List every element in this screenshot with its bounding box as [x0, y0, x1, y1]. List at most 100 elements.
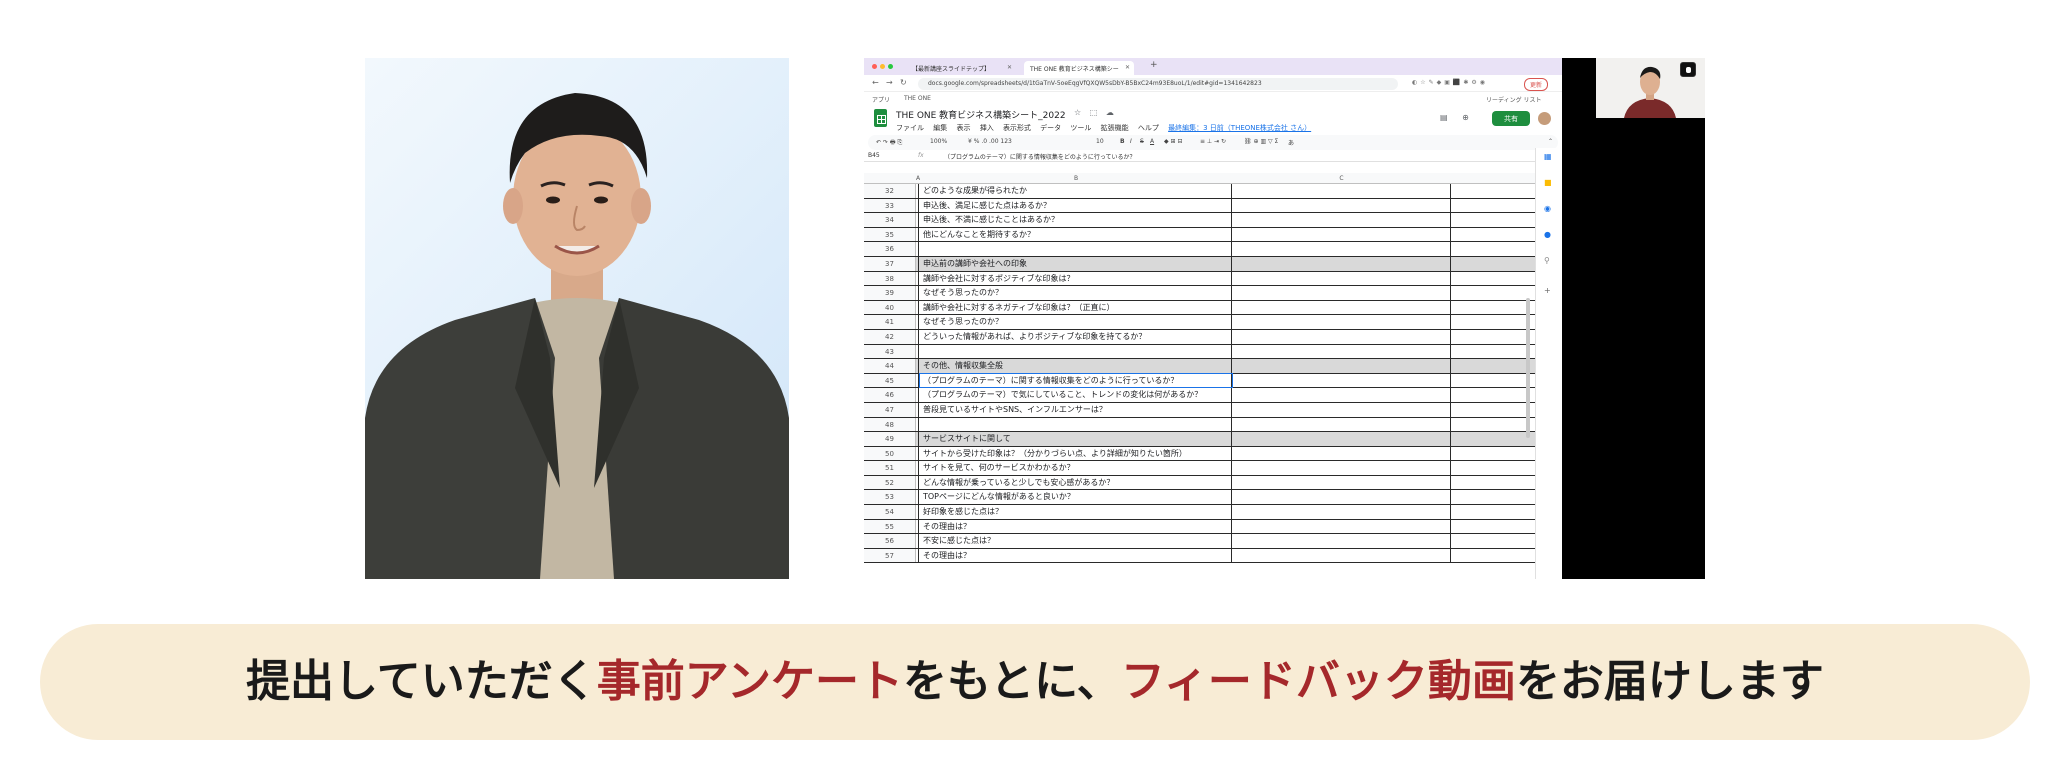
cell-c[interactable] — [1232, 373, 1451, 388]
cell-c[interactable] — [1232, 227, 1451, 242]
row-number[interactable]: 35 — [864, 227, 916, 242]
tasks-icon[interactable]: ◉ — [1544, 204, 1551, 213]
cell-c[interactable] — [1232, 213, 1451, 227]
row-number[interactable]: 32 — [864, 184, 916, 198]
cell-a[interactable] — [916, 388, 919, 402]
maximize-window-icon[interactable] — [888, 64, 893, 69]
row-number[interactable]: 40 — [864, 300, 916, 315]
share-button[interactable]: 共有 — [1492, 111, 1530, 126]
cell-a[interactable] — [916, 227, 919, 242]
address-bar[interactable]: docs.google.com/spreadsheets/d/1tGaTnV-5… — [918, 78, 1398, 90]
keep-icon[interactable]: ■ — [1544, 178, 1552, 187]
row-number[interactable]: 53 — [864, 490, 916, 505]
cell-a[interactable] — [916, 359, 919, 373]
camera-badge-icon[interactable] — [1680, 62, 1696, 77]
row-number[interactable]: 52 — [864, 475, 916, 490]
link-icon[interactable]: ⛓ ⊕ ▥ ▽ Σ — [1244, 138, 1278, 145]
cell-a[interactable] — [916, 505, 919, 519]
update-button[interactable]: 更新 — [1524, 78, 1549, 91]
cell-b[interactable] — [920, 242, 1232, 256]
cell-a[interactable] — [916, 300, 919, 315]
italic-icon[interactable]: I — [1130, 138, 1132, 145]
last-edit-link[interactable]: 最終編集：3 日前（THEONE株式会社 さん） — [1168, 124, 1311, 132]
cell-a[interactable] — [916, 213, 919, 227]
row-number[interactable]: 48 — [864, 417, 916, 432]
cell-b[interactable]: どういった情報があれば、よりポジティブな印象を持てるか？ — [920, 329, 1232, 344]
account-avatar[interactable] — [1538, 112, 1551, 125]
currency-icon[interactable]: ¥ % .0 .00 123 — [968, 138, 1012, 145]
cell-a[interactable] — [916, 184, 919, 198]
bold-icon[interactable]: B — [1120, 138, 1125, 145]
cell-c[interactable] — [1232, 417, 1451, 432]
align-icon[interactable]: ≡ ⊥ ⇥ ↻ — [1200, 138, 1226, 145]
name-box[interactable]: B45 — [868, 152, 908, 159]
cell-b[interactable]: なぜそう思ったのか？ — [920, 315, 1232, 329]
row-number[interactable]: 37 — [864, 256, 916, 271]
sheets-logo-icon[interactable] — [874, 109, 887, 127]
cell-b[interactable]: 申込後、不満に感じたことはあるか？ — [920, 213, 1232, 227]
cell-a[interactable] — [916, 256, 919, 271]
tab-sheet[interactable]: THE ONE 教育ビジネス構築シー ✕ — [1024, 61, 1134, 75]
contacts-icon[interactable]: ● — [1544, 230, 1551, 239]
new-tab-icon[interactable]: + — [1150, 60, 1158, 70]
cell-b[interactable]: 講師や会社に対するネガティブな印象は？（正直に） — [920, 300, 1232, 315]
add-addon-icon[interactable]: + — [1544, 286, 1551, 295]
cell-c[interactable] — [1232, 242, 1451, 256]
cell-b[interactable]: 申込前の講師や会社への印象 — [920, 256, 1232, 271]
close-tab-icon[interactable]: ✕ — [1125, 64, 1130, 71]
cell-c[interactable] — [1232, 490, 1451, 505]
menu-insert[interactable]: 挿入 — [980, 124, 994, 132]
menu-format[interactable]: 表示形式 — [1003, 124, 1031, 132]
cell-b[interactable]: （プログラムのテーマ）で気にしていること、トレンドの変化は何があるか？ — [920, 388, 1232, 402]
cell-a[interactable] — [916, 519, 919, 534]
cell-c[interactable] — [1232, 256, 1451, 271]
cell-c[interactable] — [1232, 184, 1451, 198]
cell-c[interactable] — [1232, 461, 1451, 475]
column-header-b[interactable]: B — [920, 175, 1232, 182]
text-color-icon[interactable]: A — [1150, 138, 1154, 145]
row-number[interactable]: 44 — [864, 359, 916, 373]
cell-c[interactable] — [1232, 271, 1451, 286]
close-window-icon[interactable] — [872, 64, 877, 69]
document-title[interactable]: THE ONE 教育ビジネス構築シート_2022 — [896, 108, 1066, 121]
undo-icon[interactable]: ↶ ↷ 🖶 ⎘ — [876, 138, 902, 148]
cell-a[interactable] — [916, 490, 919, 505]
cell-a[interactable] — [916, 534, 919, 548]
cell-b[interactable]: 講師や会社に対するポジティブな印象は？ — [920, 271, 1232, 286]
cell-a[interactable] — [916, 446, 919, 461]
row-number[interactable]: 46 — [864, 388, 916, 402]
row-number[interactable]: 47 — [864, 402, 916, 417]
cell-c[interactable] — [1232, 344, 1451, 359]
cell-b[interactable]: （プログラムのテーマ）に関する情報収集をどのように行っているか？ — [919, 372, 1233, 389]
star-icon[interactable]: ☆ ⬚ ☁ — [1074, 108, 1117, 117]
menu-extensions[interactable]: 拡張機能 — [1101, 124, 1129, 132]
menu-data[interactable]: データ — [1040, 124, 1061, 132]
cell-a[interactable] — [916, 344, 919, 359]
collapse-toolbar-icon[interactable]: ⌃ — [1548, 138, 1553, 145]
menu-file[interactable]: ファイル — [896, 124, 924, 132]
forward-icon[interactable]: → — [886, 78, 893, 87]
cell-b[interactable] — [920, 417, 1232, 432]
cell-b[interactable]: なぜそう思ったのか？ — [920, 286, 1232, 300]
cell-c[interactable] — [1232, 534, 1451, 548]
cell-a[interactable] — [916, 461, 919, 475]
row-number[interactable]: 42 — [864, 329, 916, 344]
close-tab-icon[interactable]: ✕ — [1007, 64, 1012, 71]
minimize-window-icon[interactable] — [880, 64, 885, 69]
cell-a[interactable] — [916, 286, 919, 300]
cell-c[interactable] — [1232, 548, 1451, 563]
strikethrough-icon[interactable]: S — [1140, 138, 1144, 145]
cell-b[interactable]: 不安に感じた点は？ — [920, 534, 1232, 548]
row-number[interactable]: 43 — [864, 344, 916, 359]
cell-c[interactable] — [1232, 359, 1451, 373]
cell-b[interactable]: 普段見ているサイトやSNS、インフルエンサーは？ — [920, 402, 1232, 417]
vertical-scrollbar[interactable] — [1526, 298, 1530, 438]
cell-a[interactable] — [916, 271, 919, 286]
cell-c[interactable] — [1232, 286, 1451, 300]
tab-slides[interactable]: 【最新講座スライドテップ】 ✕ — [906, 61, 1016, 75]
row-number[interactable]: 41 — [864, 315, 916, 329]
back-icon[interactable]: ← — [872, 78, 879, 87]
row-number[interactable]: 33 — [864, 198, 916, 213]
row-number[interactable]: 36 — [864, 242, 916, 256]
row-number[interactable]: 49 — [864, 432, 916, 446]
